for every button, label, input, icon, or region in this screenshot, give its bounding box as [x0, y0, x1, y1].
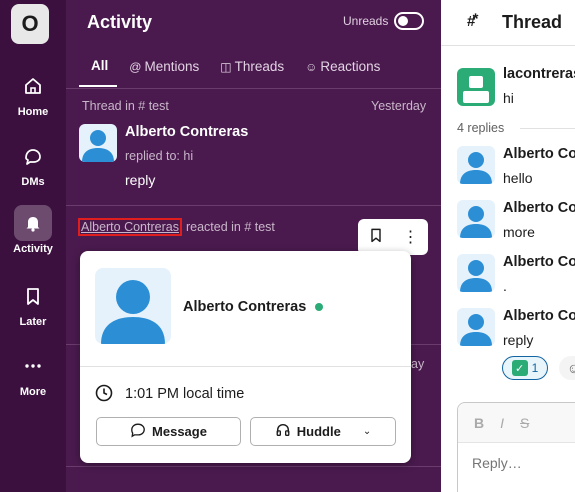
tab-all-label: All	[91, 58, 109, 73]
item-author: Alberto Contreras	[125, 124, 249, 140]
item-context: Alberto Contreras reacted in # test	[78, 218, 275, 236]
reply-input[interactable]	[472, 455, 575, 471]
activity-title: Activity	[87, 12, 153, 32]
tabs-divider	[66, 88, 441, 89]
message-author[interactable]: Alberto Contreras	[503, 254, 575, 270]
message-button-label: Message	[152, 424, 207, 439]
online-status-icon	[315, 303, 323, 311]
more-icon	[14, 348, 52, 384]
unreads-toggle[interactable]	[394, 12, 424, 30]
tab-reactions-label: Reactions	[320, 59, 381, 74]
huddle-button[interactable]: Huddle ⌄	[250, 417, 396, 446]
replies-divider	[520, 128, 575, 129]
profile-name[interactable]: Alberto Contreras	[183, 299, 306, 315]
avatar	[457, 200, 495, 238]
tab-mentions[interactable]: @ Mentions	[117, 54, 208, 87]
avatar	[457, 308, 495, 346]
bold-button[interactable]: B	[474, 415, 484, 431]
reaction-count: 1	[531, 361, 539, 375]
item-text: reply	[125, 172, 156, 188]
rail-item-dms[interactable]: DMs	[0, 138, 66, 188]
bell-icon	[14, 205, 52, 241]
profile-card: Alberto Contreras 1:01 PM local time Mes…	[80, 251, 411, 463]
card-divider	[80, 366, 411, 367]
replies-count: 4 replies	[457, 121, 505, 135]
rail-label-more: More	[19, 386, 47, 398]
message-button[interactable]: Message	[96, 417, 241, 446]
thread-icon: ◫	[220, 59, 232, 74]
thread-header: #⃰ Thread	[441, 0, 575, 46]
format-toolbar: B I S	[458, 403, 575, 443]
huddle-button-label: Huddle	[296, 424, 341, 439]
more-actions-icon[interactable]: ⋮	[403, 227, 419, 247]
item-time-partial: ay	[411, 357, 425, 371]
activity-tabs: All @ Mentions ◫ Threads ☺ Reactions	[79, 54, 389, 87]
tab-reactions[interactable]: ☺ Reactions	[293, 54, 389, 87]
unreads-label: Unreads	[343, 14, 389, 28]
message-text: hi	[503, 90, 514, 106]
message-text: more	[503, 224, 535, 240]
home-icon	[14, 68, 52, 104]
rail-label-home: Home	[17, 106, 49, 118]
message-text: .	[503, 278, 507, 294]
profile-avatar[interactable]	[95, 268, 171, 344]
message-icon	[130, 422, 146, 442]
rail-item-later[interactable]: Later	[0, 278, 66, 328]
rail-item-home[interactable]: Home	[0, 68, 66, 118]
headphones-icon	[275, 422, 291, 442]
item-divider	[66, 466, 441, 467]
smiley-icon: ☺	[305, 59, 318, 74]
add-reaction-icon[interactable]: ☺	[559, 356, 575, 380]
thread-pane: #⃰ Thread lacontreras hi 4 replies Alber…	[441, 0, 575, 492]
reaction-pill[interactable]: ✓ 1	[502, 356, 548, 380]
message-author[interactable]: Alberto Contreras	[503, 200, 575, 216]
channel-hash-icon: #⃰	[467, 13, 476, 30]
item-meta: replied to: hi	[125, 149, 194, 163]
item-actions-toolbar: ⋮	[358, 219, 428, 255]
avatar	[457, 254, 495, 292]
tab-threads-label: Threads	[234, 59, 285, 74]
rail-label-later: Later	[19, 316, 47, 328]
tab-mentions-label: Mentions	[144, 59, 200, 74]
avatar	[457, 146, 495, 184]
bookmark-icon[interactable]	[368, 227, 384, 248]
message-author[interactable]: lacontreras	[503, 66, 575, 82]
local-time: 1:01 PM local time	[125, 386, 245, 402]
tab-threads[interactable]: ◫ Threads	[208, 54, 293, 87]
item-time: Yesterday	[371, 99, 427, 113]
italic-button[interactable]: I	[500, 415, 504, 431]
message-author[interactable]: Alberto Contreras	[503, 308, 575, 324]
workspace-switcher[interactable]: O	[11, 4, 49, 44]
item-context: Thread in # test	[82, 99, 169, 113]
rail-label-activity: Activity	[13, 243, 53, 255]
thread-title: Thread	[502, 12, 563, 32]
message-author[interactable]: Alberto Contreras	[503, 146, 575, 162]
item-action: reacted in # test	[185, 220, 275, 234]
chevron-down-icon[interactable]: ⌄	[363, 426, 371, 437]
avatar	[457, 68, 495, 106]
actor-name-link[interactable]: Alberto Contreras	[78, 218, 182, 236]
workspace-rail: O Home DMs Activity Later More	[0, 0, 66, 492]
tab-all[interactable]: All	[79, 54, 118, 87]
message-text: reply	[503, 332, 534, 348]
clock-icon	[95, 384, 113, 407]
item-divider	[66, 205, 441, 206]
avatar	[79, 124, 117, 162]
strikethrough-button[interactable]: S	[520, 415, 529, 431]
at-icon: @	[129, 59, 142, 74]
message-text: hello	[503, 170, 533, 186]
reply-composer: B I S	[457, 402, 575, 492]
dms-icon	[14, 138, 52, 174]
rail-item-more[interactable]: More	[0, 348, 66, 398]
rail-label-dms: DMs	[21, 176, 45, 188]
bookmark-icon	[14, 278, 52, 314]
check-emoji-icon: ✓	[511, 360, 528, 376]
rail-item-activity[interactable]: Activity	[0, 205, 66, 255]
